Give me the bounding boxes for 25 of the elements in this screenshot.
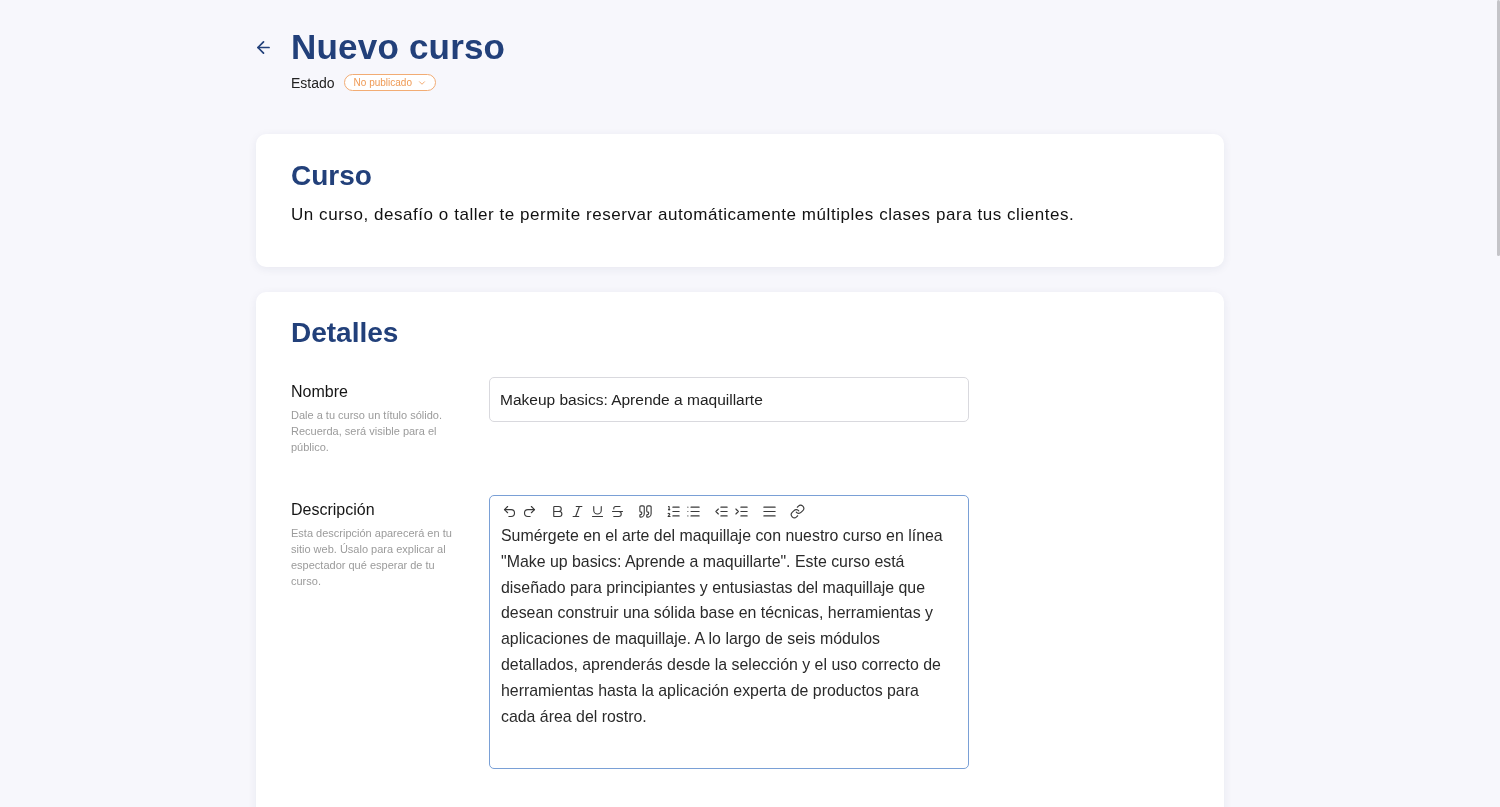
scrollbar-thumb[interactable] bbox=[1497, 0, 1500, 256]
field-label: Descripción bbox=[291, 500, 376, 520]
editor-text: Sumérgete en el arte del maquillaje con nuestro curso en línea "Make up basics: Aprende a maquillarte". Este curso está diseñado para principiantes y entusiastas del maquillaje que desean construir una sólida base en técnicas, herramientas y aplicaciones de maquillaje. A lo largo de seis módulos detallados, aprenderás desde la selección y el uso correcto de herramientas hasta la aplicación experta de productos para cada área del rostro. bbox=[501, 526, 944, 727]
rich-text-editor[interactable] bbox=[489, 495, 969, 769]
numbered-list-icon[interactable] bbox=[665, 503, 681, 519]
quote-icon[interactable] bbox=[637, 503, 653, 519]
outdent-icon[interactable] bbox=[713, 503, 729, 519]
card-title: Detalles bbox=[291, 316, 400, 350]
name-input[interactable]: Makeup basics: Aprende a maquillarte bbox=[489, 377, 969, 422]
bullet-list-icon[interactable] bbox=[685, 503, 701, 519]
field-help-text: Esta descripción aparecerá en tu sitio web. Úsalo para explicar al espectador qué esperar de tu curso. bbox=[291, 526, 453, 589]
strikethrough-icon[interactable] bbox=[609, 503, 625, 519]
field-help-text: Dale a tu curso un título sólido. Recuerda, será visible para el público. bbox=[291, 408, 444, 455]
underline-icon[interactable] bbox=[589, 503, 605, 519]
card-title: Curso bbox=[291, 159, 373, 193]
italic-icon[interactable] bbox=[569, 503, 585, 519]
undo-icon[interactable] bbox=[501, 503, 517, 519]
page-title: Nuevo curso bbox=[291, 27, 506, 67]
link-icon[interactable] bbox=[789, 503, 805, 519]
field-label: Nombre bbox=[291, 382, 349, 402]
align-justify-icon[interactable] bbox=[761, 503, 777, 519]
status-label: Estado bbox=[291, 74, 335, 91]
redo-icon[interactable] bbox=[521, 503, 537, 519]
indent-icon[interactable] bbox=[733, 503, 749, 519]
card-description: Un curso, desafío o taller te permite reservar automáticamente múltiples clases para tus clientes. bbox=[291, 204, 1076, 226]
